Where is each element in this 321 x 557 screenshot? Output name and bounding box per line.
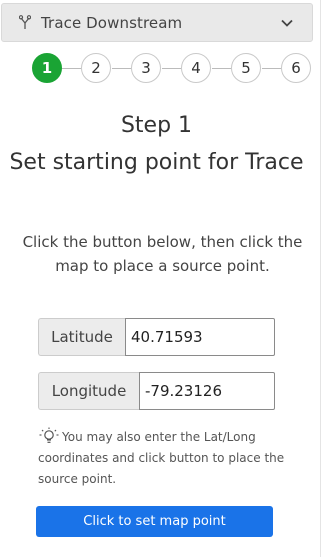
tip-text: You may also enter the Lat/Long coordina… (38, 430, 285, 486)
step-title: Step 1 (120, 113, 193, 138)
lightbulb-icon (38, 427, 60, 445)
panel-title: Trace Downstream (41, 13, 183, 32)
instructions-text: Click the button below, then click the m… (22, 233, 303, 275)
trace-branch-icon (18, 15, 32, 31)
longitude-label: Longitude (38, 372, 139, 410)
step-3[interactable]: 3 (131, 53, 161, 83)
chevron-down-icon[interactable] (280, 15, 294, 29)
latitude-label: Latitude (38, 318, 125, 356)
step-connector (212, 68, 231, 69)
latitude-field: Latitude (38, 318, 275, 356)
step-subtitle: Set starting point for Trace (9, 150, 304, 175)
step-4[interactable]: 4 (181, 53, 211, 83)
longitude-input[interactable] (139, 372, 275, 410)
step-indicator: 1 2 3 4 5 6 (32, 53, 314, 85)
step-connector (62, 68, 81, 69)
step-connector (112, 68, 131, 69)
step-2[interactable]: 2 (81, 53, 111, 83)
step-6[interactable]: 6 (281, 53, 311, 83)
step-connector (162, 68, 181, 69)
tip-note: You may also enter the Lat/Long coordina… (38, 427, 288, 490)
longitude-field: Longitude (38, 372, 275, 410)
panel-header[interactable]: Trace Downstream (1, 3, 313, 42)
step-5[interactable]: 5 (231, 53, 261, 83)
step-connector (262, 68, 281, 69)
step-1[interactable]: 1 (32, 53, 62, 83)
trace-downstream-panel: Trace Downstream 1 2 3 4 5 6 Step 1 Set … (0, 0, 321, 557)
latitude-input[interactable] (125, 318, 275, 356)
set-map-point-button[interactable]: Click to set map point (36, 506, 273, 537)
